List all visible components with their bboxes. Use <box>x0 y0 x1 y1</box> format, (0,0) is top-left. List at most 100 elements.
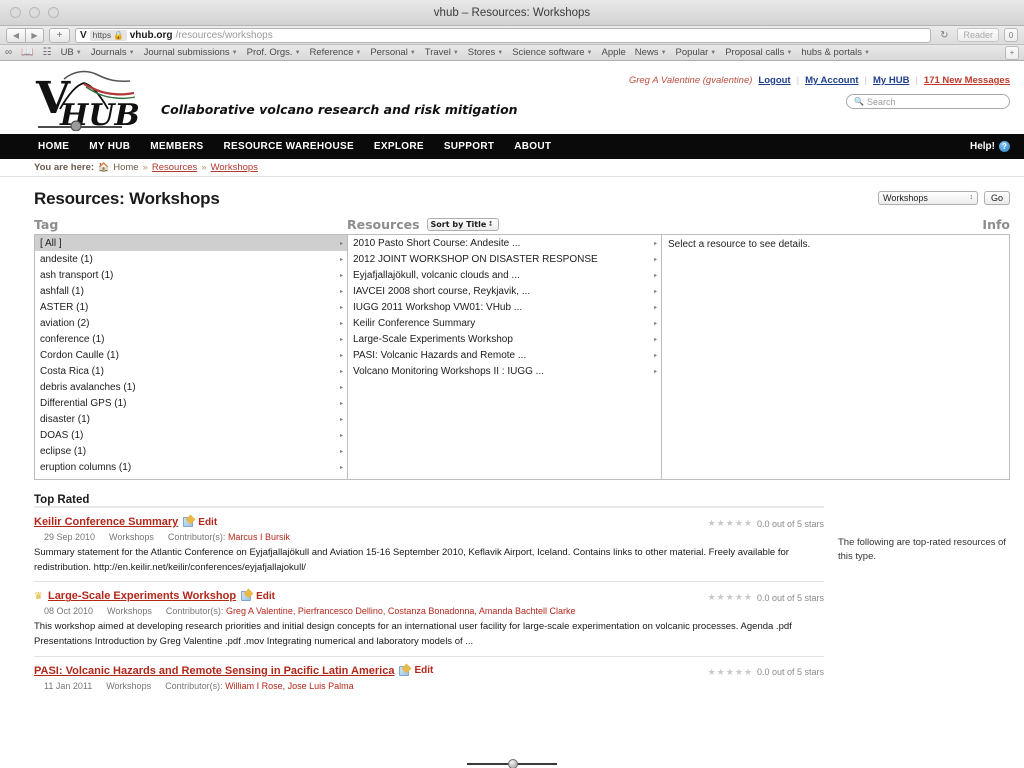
slider-knob[interactable] <box>508 759 518 768</box>
resource-row[interactable]: IAVCEI 2008 short course, Reykjavik, ...… <box>348 283 661 299</box>
tag-row[interactable]: aviation (2) ▸ <box>35 315 347 331</box>
tag-row[interactable]: ashfall (1) ▸ <box>35 283 347 299</box>
nav-item-home[interactable]: HOME <box>38 141 69 152</box>
chevron-down-icon: ▼ <box>231 49 238 56</box>
site-favicon: V <box>80 29 87 41</box>
bookmark-travel[interactable]: Travel ▼ <box>425 47 459 58</box>
bookmark-ub[interactable]: UB ▼ <box>61 47 82 58</box>
tag-label: ash transport (1) <box>40 269 114 281</box>
breadcrumb-home[interactable]: Home <box>113 162 138 173</box>
resource-title-link[interactable]: Large-Scale Experiments Workshop <box>48 590 236 602</box>
tag-row[interactable]: [ All ] ▸ <box>35 235 347 251</box>
resources-column[interactable]: 2010 Pasto Short Course: Andesite ... ▸ 2… <box>348 235 662 479</box>
add-bookmark-button[interactable]: + <box>1005 45 1019 60</box>
my-hub-link[interactable]: My HUB <box>873 75 909 86</box>
chevron-down-icon: ▼ <box>128 49 135 56</box>
resource-row[interactable]: Volcano Monitoring Workshops II : IUGG .… <box>348 363 661 379</box>
my-account-link[interactable]: My Account <box>805 75 858 86</box>
bookmark-proposal-calls[interactable]: Proposal calls ▼ <box>725 47 792 58</box>
grid-icon[interactable]: ☷ <box>43 47 52 58</box>
bookmark-personal[interactable]: Personal ▼ <box>370 47 415 58</box>
tag-row[interactable]: eclipse (1) ▸ <box>35 443 347 459</box>
breadcrumb-workshops[interactable]: Workshops <box>211 162 258 173</box>
tag-label: aviation (2) <box>40 317 90 329</box>
resource-row[interactable]: 2010 Pasto Short Course: Andesite ... ▸ <box>348 235 661 251</box>
resource-title-link[interactable]: Keilir Conference Summary <box>34 516 178 528</box>
glasses-icon[interactable]: ∞ <box>5 47 12 58</box>
back-button[interactable]: ◀ <box>6 27 25 43</box>
tag-row[interactable]: Differential GPS (1) ▸ <box>35 395 347 411</box>
bookmark-stores[interactable]: Stores ▼ <box>468 47 503 58</box>
reader-button[interactable]: Reader <box>957 28 999 42</box>
resource-title-link[interactable]: PASI: Volcanic Hazards and Remote Sensin… <box>34 665 394 677</box>
top-rated-item: ♛ Large-Scale Experiments Workshop Edit … <box>34 581 824 655</box>
bookmark-reference[interactable]: Reference ▼ <box>310 47 362 58</box>
help-link[interactable]: Help! ? <box>970 141 1010 152</box>
new-tab-button[interactable]: + <box>49 27 70 43</box>
reload-icon[interactable]: ↻ <box>936 30 952 41</box>
resource-row[interactable]: PASI: Volcanic Hazards and Remote ... ▸ <box>348 347 661 363</box>
sort-select[interactable]: Sort by Title ↕ <box>426 218 499 231</box>
type-filter: Workshops ↕ Go <box>877 191 1010 205</box>
slider-track[interactable] <box>467 759 557 768</box>
tag-row[interactable]: ash transport (1) ▸ <box>35 267 347 283</box>
book-icon[interactable]: 📖 <box>21 47 33 58</box>
bookmark-journals[interactable]: Journals ▼ <box>91 47 135 58</box>
nav-item-members[interactable]: MEMBERS <box>150 141 203 152</box>
search-input[interactable]: Search <box>867 97 896 107</box>
bookmark-science-software[interactable]: Science software ▼ <box>512 47 592 58</box>
address-bar[interactable]: V https 🔒 vhub.org /resources/workshops <box>75 27 932 43</box>
tag-row[interactable]: eruption columns (1) ▸ <box>35 459 347 475</box>
vhub-logo[interactable]: V HUB Collaborative volcano research and… <box>34 69 518 131</box>
nav-item-my-hub[interactable]: MY HUB <box>89 141 130 152</box>
bookmark-hubs-portals[interactable]: hubs & portals ▼ <box>801 47 870 58</box>
tag-column[interactable]: [ All ] ▸ andesite (1) ▸ ash transport (1)… <box>35 235 348 479</box>
help-label: Help! <box>970 141 995 152</box>
site-search[interactable]: 🔍 Search <box>846 94 1010 109</box>
tag-row[interactable]: Costa Rica (1) ▸ <box>35 363 347 379</box>
go-button[interactable]: Go <box>983 191 1010 205</box>
edit-icon[interactable] <box>399 665 410 676</box>
contributors-value[interactable]: Greg A Valentine, Pierfrancesco Dellino,… <box>226 606 576 616</box>
bookmark-news[interactable]: News ▼ <box>635 47 667 58</box>
tag-row[interactable]: ASTER (1) ▸ <box>35 299 347 315</box>
resource-row[interactable]: IUGG 2011 Workshop VW01: VHub ... ▸ <box>348 299 661 315</box>
downloads-button[interactable]: 0 <box>1004 28 1018 42</box>
resource-label: Eyjafjallajökull, volcanic clouds and ..… <box>353 269 520 281</box>
edit-link[interactable]: Edit <box>414 665 433 676</box>
resource-row[interactable]: Keilir Conference Summary ▸ <box>348 315 661 331</box>
nav-item-resource-warehouse[interactable]: RESOURCE WAREHOUSE <box>224 141 354 152</box>
logout-link[interactable]: Logout <box>758 75 790 86</box>
tag-label: eclipse (1) <box>40 445 87 457</box>
bookmark-apple[interactable]: Apple <box>601 47 625 58</box>
nav-item-about[interactable]: ABOUT <box>514 141 551 152</box>
resource-row[interactable]: Large-Scale Experiments Workshop ▸ <box>348 331 661 347</box>
forward-button[interactable]: ▶ <box>25 27 44 43</box>
tag-row[interactable]: DOAS (1) ▸ <box>35 427 347 443</box>
tag-row[interactable]: conference (1) ▸ <box>35 331 347 347</box>
zoom-slider[interactable] <box>0 759 1024 768</box>
edit-link[interactable]: Edit <box>256 591 275 602</box>
tag-row[interactable]: Cordon Caulle (1) ▸ <box>35 347 347 363</box>
new-messages-link[interactable]: 171 New Messages <box>924 75 1010 86</box>
contributors-value[interactable]: William I Rose, Jose Luis Palma <box>225 681 354 691</box>
nav-item-explore[interactable]: EXPLORE <box>374 141 424 152</box>
bookmark-prof-orgs[interactable]: Prof. Orgs. ▼ <box>247 47 301 58</box>
nav-item-support[interactable]: SUPPORT <box>444 141 494 152</box>
page-content: V HUB Collaborative volcano research and… <box>0 61 1024 768</box>
edit-link[interactable]: Edit <box>198 517 217 528</box>
tag-label: conference (1) <box>40 333 105 345</box>
contributors-value[interactable]: Marcus I Bursik <box>228 532 290 542</box>
tag-row[interactable]: disaster (1) ▸ <box>35 411 347 427</box>
bookmark-journal-submissions[interactable]: Journal submissions ▼ <box>144 47 238 58</box>
resource-row[interactable]: Eyjafjallajökull, volcanic clouds and ..… <box>348 267 661 283</box>
bookmark-popular[interactable]: Popular ▼ <box>676 47 717 58</box>
resource-row[interactable]: 2012 JOINT WORKSHOP ON DISASTER RESPONSE… <box>348 251 661 267</box>
edit-icon[interactable] <box>183 517 194 527</box>
resource-type-select[interactable]: Workshops ↕ <box>877 191 978 205</box>
tag-row[interactable]: andesite (1) ▸ <box>35 251 347 267</box>
info-placeholder: Select a resource to see details. <box>668 239 811 250</box>
tag-row[interactable]: debris avalanches (1) ▸ <box>35 379 347 395</box>
edit-icon[interactable] <box>241 591 252 602</box>
breadcrumb-resources[interactable]: Resources <box>152 162 197 173</box>
